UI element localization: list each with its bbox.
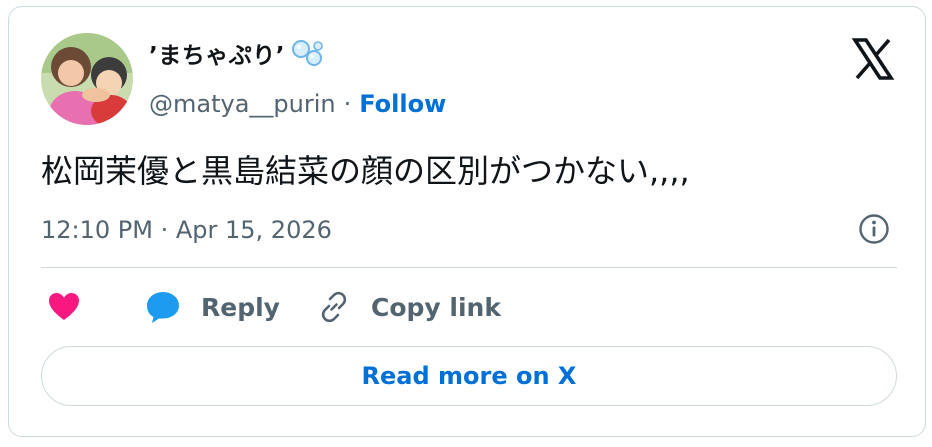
avatar-illustration xyxy=(41,33,133,125)
divider xyxy=(41,267,897,268)
copy-link-label: Copy link xyxy=(371,292,501,322)
author-handle-row: @matya__purin · Follow xyxy=(149,87,446,121)
read-more-button[interactable]: Read more on X xyxy=(41,346,897,406)
handle-separator: · xyxy=(343,90,352,118)
author-handle[interactable]: @matya__purin xyxy=(149,90,336,118)
reply-button[interactable]: Reply xyxy=(145,288,280,326)
heart-icon xyxy=(49,293,79,320)
link-icon xyxy=(321,291,347,323)
reply-label: Reply xyxy=(201,292,280,322)
speech-bubble-icon xyxy=(147,292,179,323)
bubbles-emoji-icon xyxy=(291,38,325,68)
tweet-card: ’まちゃぷり’ @matya__purin · Follow 松岡茉優と黒島結菜… xyxy=(8,6,926,437)
tweet-text: 松岡茉優と黒島結菜の顔の区別がつかない,,,, xyxy=(41,152,690,190)
copy-link-button[interactable]: Copy link xyxy=(317,288,501,326)
follow-button[interactable]: Follow xyxy=(359,90,446,118)
avatar[interactable] xyxy=(41,33,133,125)
tweet-timestamp[interactable]: 12:10 PM · Apr 15, 2026 xyxy=(41,213,332,247)
author-name-text: ’まちゃぷり’ xyxy=(149,43,285,69)
x-logo-icon[interactable] xyxy=(849,35,897,83)
author-display-name[interactable]: ’まちゃぷり’ xyxy=(149,37,325,69)
like-button[interactable] xyxy=(47,288,81,326)
info-icon[interactable] xyxy=(857,212,891,246)
